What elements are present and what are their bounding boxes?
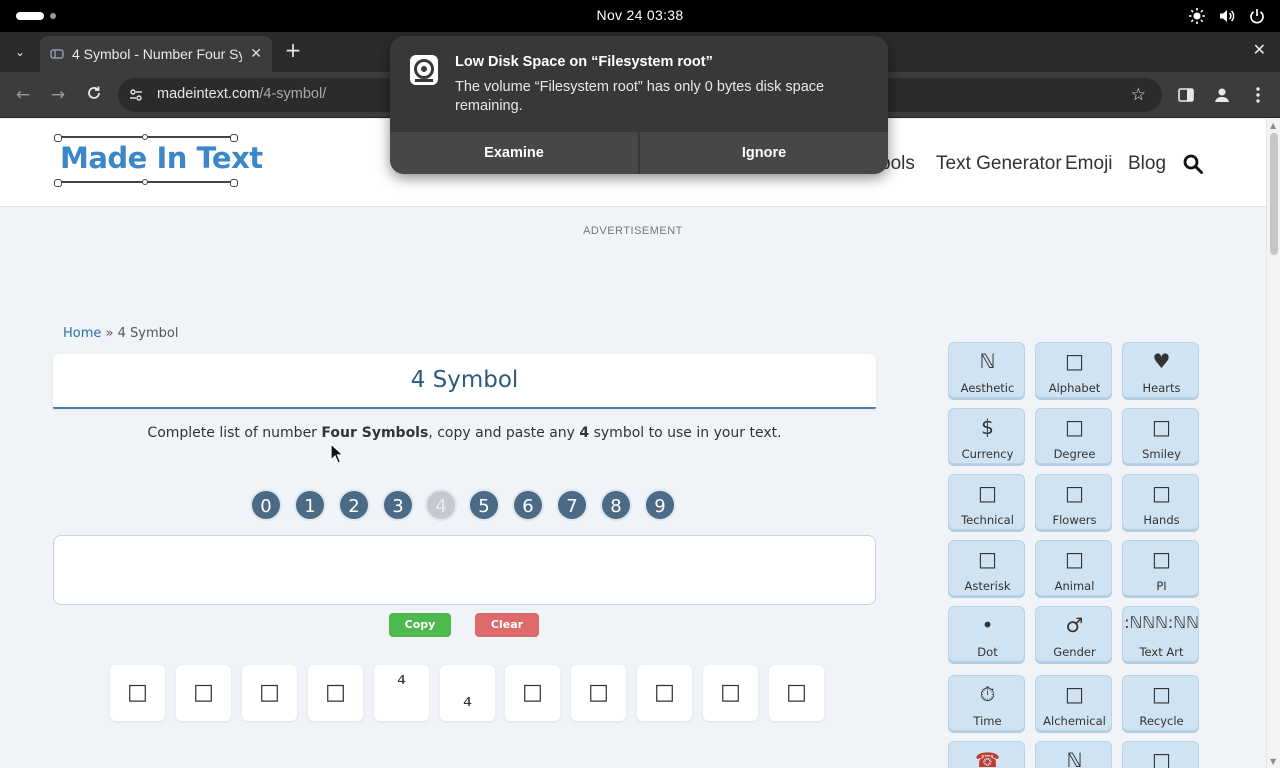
digit-button-9[interactable]: 9 bbox=[644, 489, 676, 521]
url-host: madeintext.com bbox=[157, 86, 260, 102]
category-hands[interactable]: □ Hands bbox=[1122, 474, 1199, 530]
category-time[interactable]: ⏱ Time bbox=[948, 675, 1025, 731]
digit-button-4-active[interactable]: 4 bbox=[425, 489, 457, 521]
tab-search-chevron-icon[interactable]: ⌄ bbox=[8, 40, 32, 64]
back-arrow-icon[interactable]: ← bbox=[12, 84, 34, 106]
breadcrumb-current: 4 Symbol bbox=[117, 326, 179, 341]
clock[interactable]: Nov 24 03:38 bbox=[0, 7, 1280, 23]
system-status-area[interactable] bbox=[1188, 7, 1266, 25]
volume-icon bbox=[1218, 7, 1236, 25]
digit-button-0[interactable]: 0 bbox=[250, 489, 282, 521]
category-alchemical[interactable]: □ Alchemical bbox=[1035, 675, 1112, 731]
tab-close-icon[interactable]: ✕ bbox=[250, 45, 262, 62]
url-text: madeintext.com/4-symbol/ bbox=[157, 86, 326, 102]
category-phone[interactable]: ☎ bbox=[948, 741, 1025, 768]
disk-icon bbox=[410, 55, 438, 85]
web-page: Made In Text Symbols Text Generator Emoj… bbox=[0, 119, 1266, 768]
category-alphabet[interactable]: □ Alphabet bbox=[1035, 342, 1112, 398]
digit-button-3[interactable]: 3 bbox=[382, 489, 414, 521]
category-text-art[interactable]: :ℕℕℕ:ℕℕ Text Art bbox=[1122, 606, 1199, 662]
symbol-tile[interactable]: □ bbox=[110, 665, 165, 721]
category-tile[interactable]: □ bbox=[1122, 741, 1199, 768]
category-asterisk[interactable]: □ Asterisk bbox=[948, 540, 1025, 596]
examine-button[interactable]: Examine bbox=[390, 132, 638, 174]
notification-actions: Examine Ignore bbox=[390, 132, 888, 174]
site-logo[interactable]: Made In Text bbox=[54, 133, 263, 187]
copy-button[interactable]: Copy bbox=[389, 613, 451, 637]
notification-title: Low Disk Space on “Filesystem root” bbox=[455, 54, 713, 70]
category-dot[interactable]: • Dot bbox=[948, 606, 1025, 662]
site-info-icon[interactable] bbox=[128, 87, 144, 103]
digit-button-1[interactable]: 1 bbox=[294, 489, 326, 521]
symbol-tile[interactable]: □ bbox=[637, 665, 692, 721]
symbol-tile-subscript-four[interactable]: ₄ bbox=[440, 665, 495, 721]
window-close-icon[interactable]: ✕ bbox=[1253, 40, 1266, 59]
browser-menu-icon[interactable] bbox=[1248, 85, 1268, 105]
symbol-tile[interactable]: □ bbox=[242, 665, 297, 721]
mouse-cursor-icon bbox=[330, 443, 344, 464]
digit-button-5[interactable]: 5 bbox=[468, 489, 500, 521]
category-hearts[interactable]: ♥ Hearts bbox=[1122, 342, 1199, 398]
browser-tab[interactable]: 4 Symbol - Number Four Symbols ✕ bbox=[40, 36, 272, 72]
logo-text: Made In Text bbox=[60, 141, 263, 175]
low-disk-space-notification[interactable]: Low Disk Space on “Filesystem root” The … bbox=[390, 36, 888, 174]
symbol-tile[interactable]: □ bbox=[308, 665, 363, 721]
reload-icon[interactable] bbox=[83, 84, 105, 106]
logo-top-line bbox=[54, 134, 238, 142]
category-currency[interactable]: $ Currency bbox=[948, 408, 1025, 464]
category-degree[interactable]: □ Degree bbox=[1035, 408, 1112, 464]
category-gender[interactable]: ♂ Gender bbox=[1035, 606, 1112, 662]
power-icon bbox=[1248, 7, 1266, 25]
intro-text: Complete list of number Four Symbols, co… bbox=[147, 425, 782, 441]
profile-icon[interactable] bbox=[1212, 85, 1232, 105]
side-panel-icon[interactable] bbox=[1176, 85, 1196, 105]
clear-button[interactable]: Clear bbox=[475, 613, 539, 637]
symbol-tile-superscript-four[interactable]: ⁴ bbox=[374, 665, 429, 721]
nav-emoji[interactable]: Emoji bbox=[1065, 153, 1113, 175]
nav-blog[interactable]: Blog bbox=[1128, 153, 1166, 175]
symbol-tile[interactable]: □ bbox=[505, 665, 560, 721]
category-smiley[interactable]: □ Smiley bbox=[1122, 408, 1199, 464]
category-tile[interactable]: ℕ bbox=[1035, 741, 1112, 768]
forward-arrow-icon[interactable]: → bbox=[47, 84, 69, 106]
breadcrumb: Home » 4 Symbol bbox=[63, 326, 178, 341]
category-technical[interactable]: □ Technical bbox=[948, 474, 1025, 530]
bookmark-star-icon[interactable]: ☆ bbox=[1131, 85, 1146, 105]
symbol-textbox[interactable] bbox=[53, 535, 876, 605]
category-animal[interactable]: □ Animal bbox=[1035, 540, 1112, 596]
site-favicon-icon bbox=[50, 49, 64, 59]
new-tab-plus-icon[interactable]: + bbox=[282, 40, 304, 62]
digit-button-2[interactable]: 2 bbox=[338, 489, 370, 521]
symbol-tile[interactable]: □ bbox=[703, 665, 758, 721]
scroll-up-arrow-icon[interactable]: ▲ bbox=[1270, 121, 1276, 130]
notification-body: The volume “Filesystem root” has only 0 … bbox=[455, 79, 825, 114]
ignore-button[interactable]: Ignore bbox=[640, 132, 888, 174]
brightness-icon bbox=[1188, 7, 1206, 25]
digit-button-7[interactable]: 7 bbox=[556, 489, 588, 521]
symbol-tile[interactable]: □ bbox=[571, 665, 626, 721]
symbol-tile[interactable]: □ bbox=[176, 665, 231, 721]
page-title-card: 4 Symbol bbox=[53, 354, 876, 409]
logo-bottom-line bbox=[54, 179, 238, 187]
breadcrumb-separator: » bbox=[105, 326, 114, 341]
category-pi[interactable]: □ PI bbox=[1122, 540, 1199, 596]
system-top-bar: Nov 24 03:38 bbox=[0, 0, 1280, 32]
digit-button-8[interactable]: 8 bbox=[600, 489, 632, 521]
nav-text-generator[interactable]: Text Generator bbox=[936, 153, 1062, 175]
search-icon[interactable] bbox=[1182, 153, 1204, 175]
tab-title: 4 Symbol - Number Four Symbols bbox=[72, 46, 242, 62]
breadcrumb-home[interactable]: Home bbox=[63, 326, 101, 341]
scrollbar-thumb[interactable] bbox=[1270, 133, 1278, 255]
digit-button-6[interactable]: 6 bbox=[512, 489, 544, 521]
scroll-down-arrow-icon[interactable]: ▼ bbox=[1270, 757, 1276, 766]
advertisement-label: ADVERTISEMENT bbox=[583, 225, 683, 237]
symbol-tile[interactable]: □ bbox=[769, 665, 824, 721]
category-recycle[interactable]: □ Recycle bbox=[1122, 675, 1199, 731]
category-flowers[interactable]: □ Flowers bbox=[1035, 474, 1112, 530]
category-aesthetic[interactable]: ℕ Aesthetic bbox=[948, 342, 1025, 398]
url-path: /4-symbol/ bbox=[259, 86, 327, 102]
page-scrollbar[interactable]: ▲ ▼ bbox=[1266, 119, 1280, 768]
page-title: 4 Symbol bbox=[410, 367, 519, 393]
